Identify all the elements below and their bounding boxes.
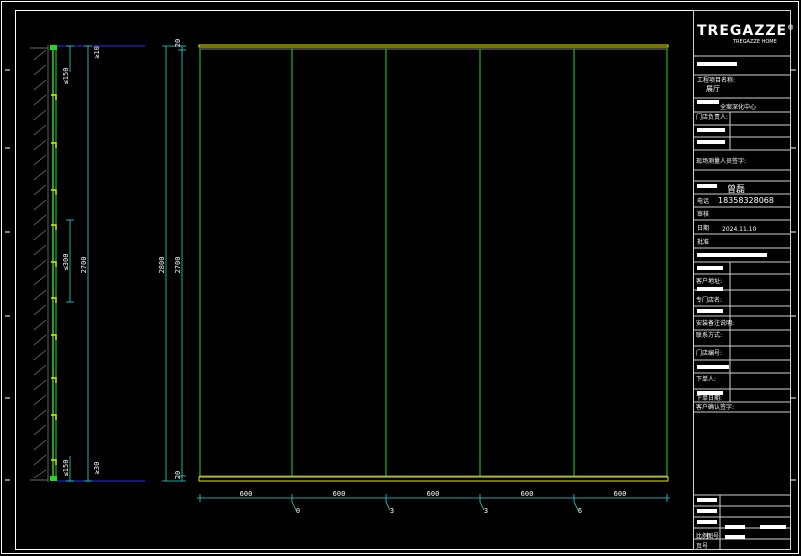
project-label: 工程项目名称: (697, 77, 736, 84)
factory-label: 专门店名: (696, 297, 723, 304)
brand-mark: ® (787, 23, 796, 32)
dim-bottom-inner: ≤150 (62, 460, 70, 477)
dim-top: ≥10 (93, 46, 101, 59)
order-date-label: 下单日期: (696, 395, 723, 402)
redacted-bar (697, 287, 723, 291)
redacted-bar (697, 128, 725, 132)
date-label: 日期 (697, 225, 710, 232)
owner-label: 门店负责人: (696, 114, 729, 121)
project-value: 展厅 (706, 85, 720, 93)
center-label: 全案深化中心 (720, 104, 757, 111)
redacted-bar (697, 309, 723, 313)
page-label: 页号 (696, 543, 709, 550)
redacted-bar (697, 498, 717, 502)
redacted-bar (697, 509, 717, 513)
shop-label: 门店编号: (696, 350, 723, 357)
redacted-bar (697, 140, 725, 144)
dim-overall-3: 2700 (174, 257, 182, 274)
redacted-bar (697, 266, 723, 270)
brand-sub: TREGAZZE HOME (733, 39, 777, 45)
panel-tag-1: 0 (296, 507, 300, 515)
inner-border (15, 10, 791, 550)
redacted-bar (697, 520, 717, 524)
redacted-bar (697, 365, 729, 369)
audit-label: 审核 (697, 211, 710, 218)
confirm-label: 客户确认签字: (696, 404, 735, 411)
wall-hatch (33, 49, 47, 479)
dim-texts-section: ≥10 ≤150 ≤300 2700 ≥30 ≤150 (62, 46, 101, 476)
redacted-bar (725, 525, 745, 529)
border-ticks (5, 69, 796, 481)
hdim-4: 600 (521, 490, 534, 498)
panel-tag-4: 6 (578, 507, 582, 515)
brand-logo: TREGAZZE® (697, 23, 795, 39)
hdim-2: 600 (333, 490, 346, 498)
phone-label: 电话 (697, 198, 710, 205)
panel-tag-2: 3 (390, 507, 394, 515)
hdim-1: 600 (240, 490, 253, 498)
date-value: 2024.11.10 (722, 226, 757, 233)
approve-label: 批准 (697, 239, 710, 246)
horizontal-dim-texts: 600 600 600 600 600 0 3 3 6 (240, 490, 627, 515)
dim-cap-top: 20 (174, 39, 182, 47)
redacted-bar (697, 184, 717, 188)
redacted-bar (760, 525, 786, 529)
sheet-label: 图号 (707, 533, 720, 540)
redacted-bar (697, 62, 737, 66)
dim-bottom: ≥30 (93, 462, 101, 475)
brand-name: TREGAZZE (697, 23, 788, 39)
dim-overall-left: 2700 (80, 257, 88, 274)
hdim-5: 600 (614, 490, 627, 498)
sign-label: 现场测量人员签字: (696, 158, 747, 165)
factory-no-label: 联系方式: (696, 332, 723, 339)
dim-top-inner: ≤150 (62, 68, 70, 85)
dim-overall-2: 2800 (158, 257, 166, 274)
outer-border (1, 1, 799, 554)
elevation-view (198, 44, 669, 482)
cad-drawing: ≥10 ≤150 ≤300 2700 ≥30 ≤150 2800 2700 20… (1, 1, 799, 554)
orderer-label: 下单人: (696, 376, 717, 383)
dim-mid: ≤300 (62, 254, 70, 271)
panel-tag-3: 3 (484, 507, 488, 515)
address-label: 客户地址: (696, 278, 723, 285)
designer-value: 曾磊 (727, 185, 746, 195)
dim-cap-bottom: 20 (174, 471, 182, 479)
redacted-bar (725, 535, 745, 539)
redacted-bar (697, 100, 719, 104)
redacted-bar (697, 253, 767, 257)
hdim-3: 600 (427, 490, 440, 498)
phone-value: 18358328068 (718, 196, 774, 205)
section-view: ≥10 ≤150 ≤300 2700 ≥30 ≤150 (30, 45, 145, 482)
remark-label: 安装备注说明: (696, 320, 735, 327)
